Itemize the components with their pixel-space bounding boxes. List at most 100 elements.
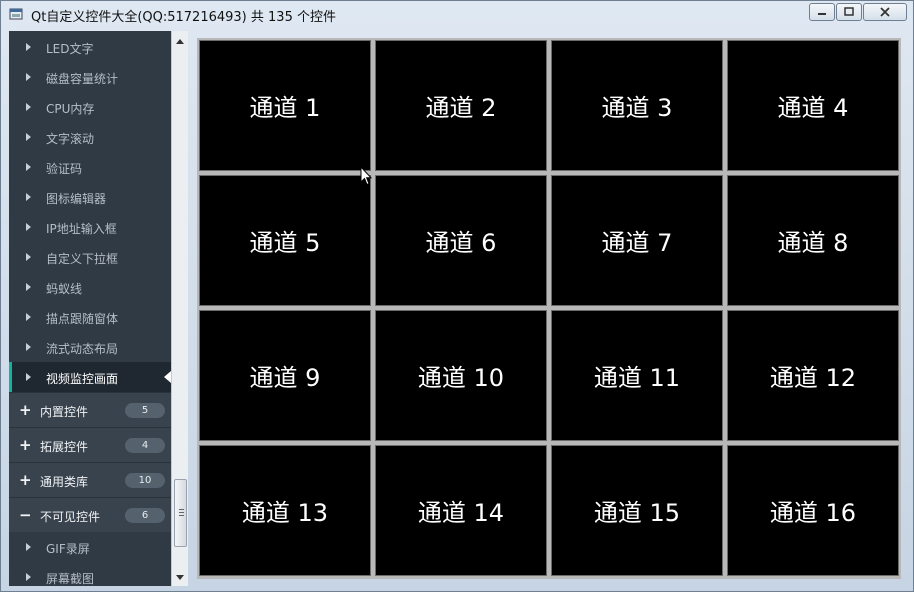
channel-label: 通道 10 [417,364,505,392]
maximize-icon [844,7,854,16]
expand-arrow-icon [26,163,31,171]
nav-item-label: 文字滚动 [46,132,95,146]
channel-label: 通道 1 [249,94,321,122]
video-channel-cell[interactable]: 通道 10 [375,310,547,441]
nav-item-label: 验证码 [46,162,83,176]
expand-arrow-icon [26,573,31,581]
group-common-libraries[interactable]: + 通用类库 10 [9,462,171,497]
nav-item-label: 图标编辑器 [46,192,107,206]
video-channel-cell[interactable]: 通道 3 [551,40,723,171]
channel-label: 通道 9 [249,364,321,392]
minimize-icon [818,13,826,15]
video-channel-cell[interactable]: 通道 9 [199,310,371,441]
channel-label: 通道 4 [777,94,849,122]
nav-item-icon-editor[interactable]: 图标编辑器 [9,182,171,212]
channel-label: 通道 15 [593,499,681,527]
group-extended-controls[interactable]: + 拓展控件 4 [9,427,171,462]
expand-arrow-icon [26,543,31,551]
collapse-minus-icon: − [19,506,32,524]
navigation-tree: LED文字 磁盘容量统计 CPU内存 文字滚动 验证码 图标编辑器 IP地址输入… [9,31,171,586]
nav-item-ant-line[interactable]: 蚂蚁线 [9,272,171,302]
channel-label: 通道 14 [417,499,505,527]
scroll-up-arrow-icon[interactable] [176,39,184,44]
channel-label: 通道 13 [241,499,329,527]
channel-label: 通道 11 [593,364,681,392]
nav-item-anchor-follow[interactable]: 描点跟随窗体 [9,302,171,332]
minimize-button[interactable] [809,3,835,21]
channel-label: 通道 7 [601,229,673,257]
video-channel-cell[interactable]: 通道 7 [551,175,723,306]
group-invisible-controls[interactable]: − 不可见控件 6 [9,497,171,532]
nav-item-label: CPU内存 [46,102,95,116]
expand-arrow-icon [26,193,31,201]
expand-arrow-icon [26,313,31,321]
expand-arrow-icon [26,133,31,141]
group-label: 内置控件 [40,405,89,419]
video-channel-cell[interactable]: 通道 14 [375,445,547,576]
video-monitor-grid: 通道 1 通道 2 通道 3 通道 4 通道 5 通道 6 通道 7 通道 8 … [197,38,901,579]
expand-arrow-icon [26,253,31,261]
video-channel-cell[interactable]: 通道 15 [551,445,723,576]
sidebar-scrollbar[interactable] [171,31,188,586]
nav-item-led-text[interactable]: LED文字 [9,32,171,62]
video-channel-cell[interactable]: 通道 5 [199,175,371,306]
channel-label: 通道 6 [425,229,497,257]
main-window: Qt自定义控件大全(QQ:517216493) 共 135 个控件 LED文字 … [0,0,914,592]
title-bar[interactable]: Qt自定义控件大全(QQ:517216493) 共 135 个控件 [1,1,913,29]
group-builtin-controls[interactable]: + 内置控件 5 [9,392,171,427]
video-channel-cell[interactable]: 通道 4 [727,40,899,171]
count-badge: 10 [125,473,165,488]
nav-item-flow-layout[interactable]: 流式动态布局 [9,332,171,362]
app-window-icon [9,8,23,20]
nav-item-cpu-memory[interactable]: CPU内存 [9,92,171,122]
window-controls [808,3,907,21]
nav-item-text-scroll[interactable]: 文字滚动 [9,122,171,152]
nav-item-screenshot[interactable]: 屏幕截图 [9,562,171,586]
video-channel-cell[interactable]: 通道 16 [727,445,899,576]
nav-item-disk-usage[interactable]: 磁盘容量统计 [9,62,171,92]
nav-item-label: IP地址输入框 [46,222,117,236]
scroll-down-arrow-icon[interactable] [176,575,184,580]
maximize-button[interactable] [836,3,862,21]
count-badge: 6 [125,508,165,523]
window-title: Qt自定义控件大全(QQ:517216493) 共 135 个控件 [31,10,336,25]
scrollbar-thumb[interactable] [174,479,187,547]
grip-line [179,509,184,510]
active-indicator [9,362,12,392]
nav-item-label: 流式动态布局 [46,342,119,356]
expand-arrow-icon [26,283,31,291]
expand-arrow-icon [26,43,31,51]
channel-label: 通道 16 [769,499,857,527]
count-badge: 4 [125,438,165,453]
channel-label: 通道 12 [769,364,857,392]
channel-label: 通道 5 [249,229,321,257]
mouse-pointer-icon [360,166,372,186]
expand-arrow-icon [26,373,31,381]
nav-item-video-monitor[interactable]: 视频监控画面 [9,362,171,392]
channel-label: 通道 8 [777,229,849,257]
nav-item-custom-combobox[interactable]: 自定义下拉框 [9,242,171,272]
channel-label: 通道 2 [425,94,497,122]
nav-item-label: GIF录屏 [46,542,90,556]
video-channel-cell[interactable]: 通道 1 [199,40,371,171]
video-channel-cell[interactable]: 通道 6 [375,175,547,306]
nav-item-label: 屏幕截图 [46,572,95,586]
nav-item-ip-input[interactable]: IP地址输入框 [9,212,171,242]
expand-arrow-icon [26,223,31,231]
group-label: 通用类库 [40,475,89,489]
nav-item-label: 自定义下拉框 [46,252,119,266]
nav-item-label: 视频监控画面 [46,372,119,386]
expand-arrow-icon [26,343,31,351]
nav-item-gif-recorder[interactable]: GIF录屏 [9,532,171,562]
video-channel-cell[interactable]: 通道 13 [199,445,371,576]
nav-item-label: 描点跟随窗体 [46,312,119,326]
video-channel-cell[interactable]: 通道 2 [375,40,547,171]
nav-item-label: 蚂蚁线 [46,282,83,296]
video-channel-cell[interactable]: 通道 8 [727,175,899,306]
expand-plus-icon: + [19,436,32,454]
expand-arrow-icon [26,73,31,81]
video-channel-cell[interactable]: 通道 12 [727,310,899,441]
video-channel-cell[interactable]: 通道 11 [551,310,723,441]
close-button[interactable] [863,3,907,21]
nav-item-captcha[interactable]: 验证码 [9,152,171,182]
